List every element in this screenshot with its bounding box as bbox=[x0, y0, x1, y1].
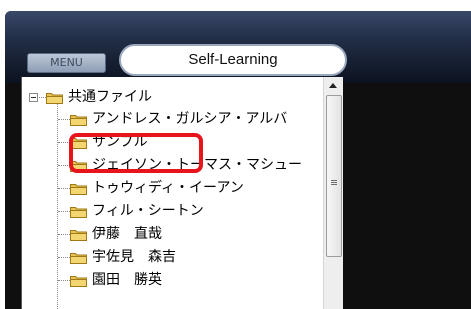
tree-root[interactable]: 共通ファイル bbox=[46, 87, 152, 107]
scroll-thumb[interactable] bbox=[326, 95, 342, 257]
tree-item-label: フィル・シートン bbox=[92, 203, 204, 219]
tree-item[interactable]: 園田 勝英 bbox=[70, 270, 162, 290]
folder-icon bbox=[70, 112, 87, 126]
folder-icon bbox=[70, 227, 87, 241]
folder-icon bbox=[70, 250, 87, 264]
folder-tree: 共通ファイル アンドレス・ガルシア・アルバ サンプル ジェイソン・トーマス・マシ… bbox=[22, 77, 323, 309]
menu-button[interactable]: MENU bbox=[27, 53, 106, 73]
tree-root-label: 共通ファイル bbox=[68, 89, 152, 105]
tree-item-label: アンドレス・ガルシア・アルバ bbox=[92, 111, 288, 127]
folder-icon bbox=[46, 90, 63, 104]
folder-tree-panel: 共通ファイル アンドレス・ガルシア・アルバ サンプル ジェイソン・トーマス・マシ… bbox=[21, 77, 343, 309]
scroll-up-arrow-icon[interactable] bbox=[324, 77, 343, 94]
tree-item-label: 伊藤 直哉 bbox=[92, 226, 162, 242]
window-title: Self-Learning bbox=[119, 44, 347, 76]
collapse-toggle[interactable] bbox=[29, 93, 38, 102]
tree-item-label: 園田 勝英 bbox=[92, 272, 162, 288]
tree-item-label: トゥウィディ・イーアン bbox=[92, 180, 244, 196]
tree-item[interactable]: フィル・シートン bbox=[70, 201, 204, 221]
title-bar: MENU Self-Learning bbox=[5, 11, 471, 83]
folder-icon bbox=[70, 181, 87, 195]
tree-item[interactable]: トゥウィディ・イーアン bbox=[70, 178, 244, 198]
highlight-annotation bbox=[69, 133, 203, 173]
folder-icon bbox=[70, 273, 87, 287]
tree-item[interactable]: アンドレス・ガルシア・アルバ bbox=[70, 109, 287, 129]
folder-icon bbox=[70, 204, 87, 218]
tree-item[interactable]: 宇佐見 森吉 bbox=[70, 247, 176, 267]
vertical-scrollbar[interactable] bbox=[323, 77, 343, 309]
tree-item[interactable]: 伊藤 直哉 bbox=[70, 224, 162, 244]
tree-item-label: 宇佐見 森吉 bbox=[92, 249, 176, 265]
